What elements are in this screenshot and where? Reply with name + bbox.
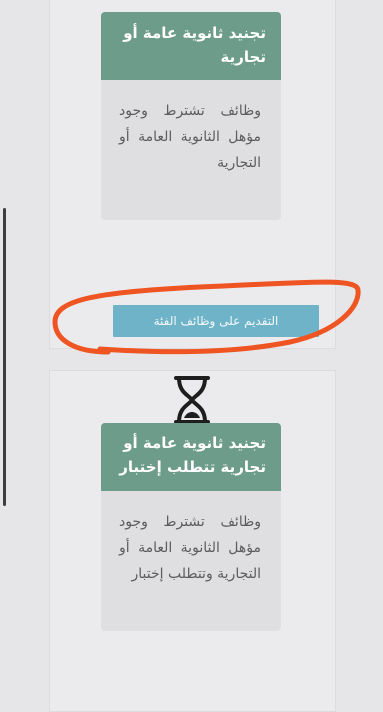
page-scrollbar[interactable] bbox=[3, 208, 6, 506]
card-description-1: وظائف تشترط وجود مؤهل الثانوية العامة أو… bbox=[119, 103, 261, 171]
job-category-card-1[interactable]: تجنيد ثانوية عامة أو تجارية وظائف تشترط … bbox=[101, 12, 281, 220]
job-category-card-2[interactable]: تجنيد ثانوية عامة أو تجارية تتطلب إختبار… bbox=[101, 423, 281, 631]
hourglass-icon bbox=[174, 376, 210, 424]
card-title-1: تجنيد ثانوية عامة أو تجارية bbox=[101, 12, 281, 80]
card-title-2: تجنيد ثانوية عامة أو تجارية تتطلب إختبار bbox=[101, 423, 281, 491]
apply-category-jobs-button[interactable]: التقديم على وظائف الفئة bbox=[113, 305, 319, 337]
card-description-2: وظائف تشترط وجود مؤهل الثانوية العامة أو… bbox=[119, 514, 261, 582]
